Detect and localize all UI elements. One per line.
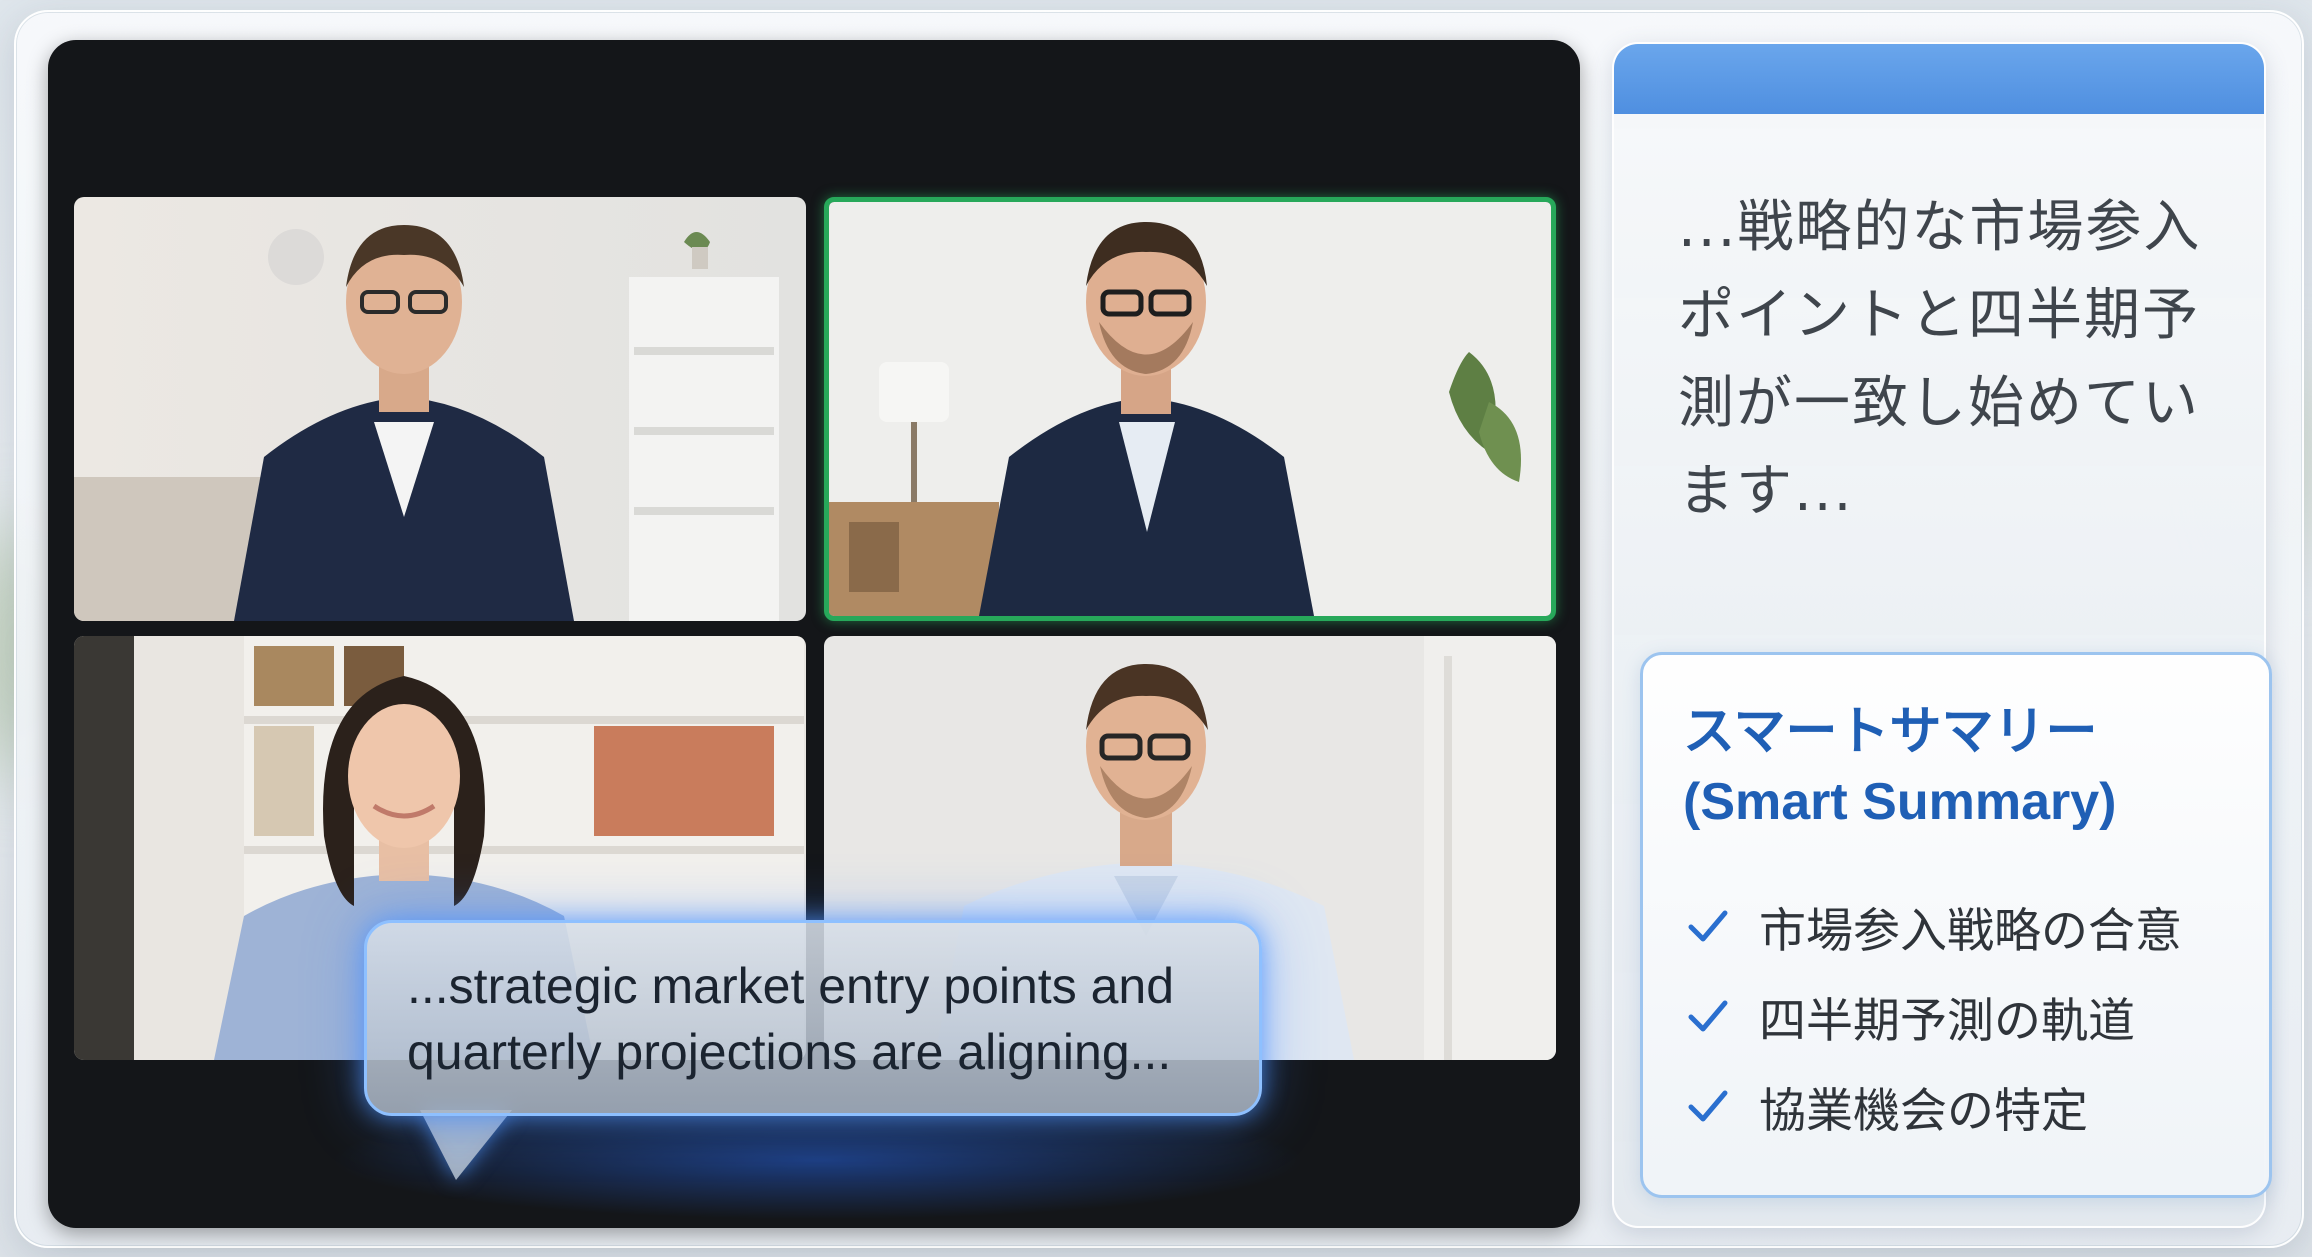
summary-item: 市場参入戦略の合意 <box>1683 881 2229 971</box>
video-call-panel: ...strategic market entry points and qua… <box>48 40 1580 1228</box>
summary-item-label: 協業機会の特定 <box>1759 1083 2088 1139</box>
participant-video-feed <box>74 197 806 621</box>
summary-item: 協業機会の特定 <box>1683 1061 2229 1151</box>
summary-item-label: 市場参入戦略の合意 <box>1759 903 2182 959</box>
summary-title: スマートサマリー (Smart Summary) <box>1683 697 2229 837</box>
caption-bubble-tail <box>420 1110 512 1180</box>
transcript-line: ...戦略的な市場参入 <box>1678 195 2202 260</box>
smart-summary-card: スマートサマリー (Smart Summary) 市場参入戦略の合意 四半期予測… <box>1640 652 2272 1198</box>
summary-item: 四半期予測の軌道 <box>1683 971 2229 1061</box>
transcript-line: ポイントと四半期予 <box>1678 283 2200 348</box>
check-icon <box>1688 1000 1728 1032</box>
caption-line: quarterly projections are aligning... <box>407 1024 1172 1080</box>
summary-item-label: 四半期予測の軌道 <box>1759 993 2135 1049</box>
check-icon <box>1688 1090 1728 1122</box>
summary-list: 市場参入戦略の合意 四半期予測の軌道 協業機会の特定 <box>1683 881 2229 1151</box>
transcript-line: 測が一致し始めてい <box>1678 371 2200 436</box>
live-caption-bubble: ...strategic market entry points and qua… <box>364 920 1262 1116</box>
caption-line: ...strategic market entry points and <box>407 958 1175 1014</box>
transcript-line: ます... <box>1678 459 1854 524</box>
summary-title-en: (Smart Summary) <box>1683 773 2117 831</box>
translated-transcript: ...戦略的な市場参入 ポイントと四半期予 測が一致し始めてい ます... <box>1678 184 2238 536</box>
summary-title-ja: スマートサマリー <box>1683 703 2098 761</box>
participant-video-tile[interactable] <box>74 197 806 621</box>
participant-video-feed <box>829 202 1551 616</box>
active-speaker-video-tile[interactable] <box>824 197 1556 621</box>
check-icon <box>1688 910 1728 942</box>
panel-header-bar <box>1614 44 2264 114</box>
